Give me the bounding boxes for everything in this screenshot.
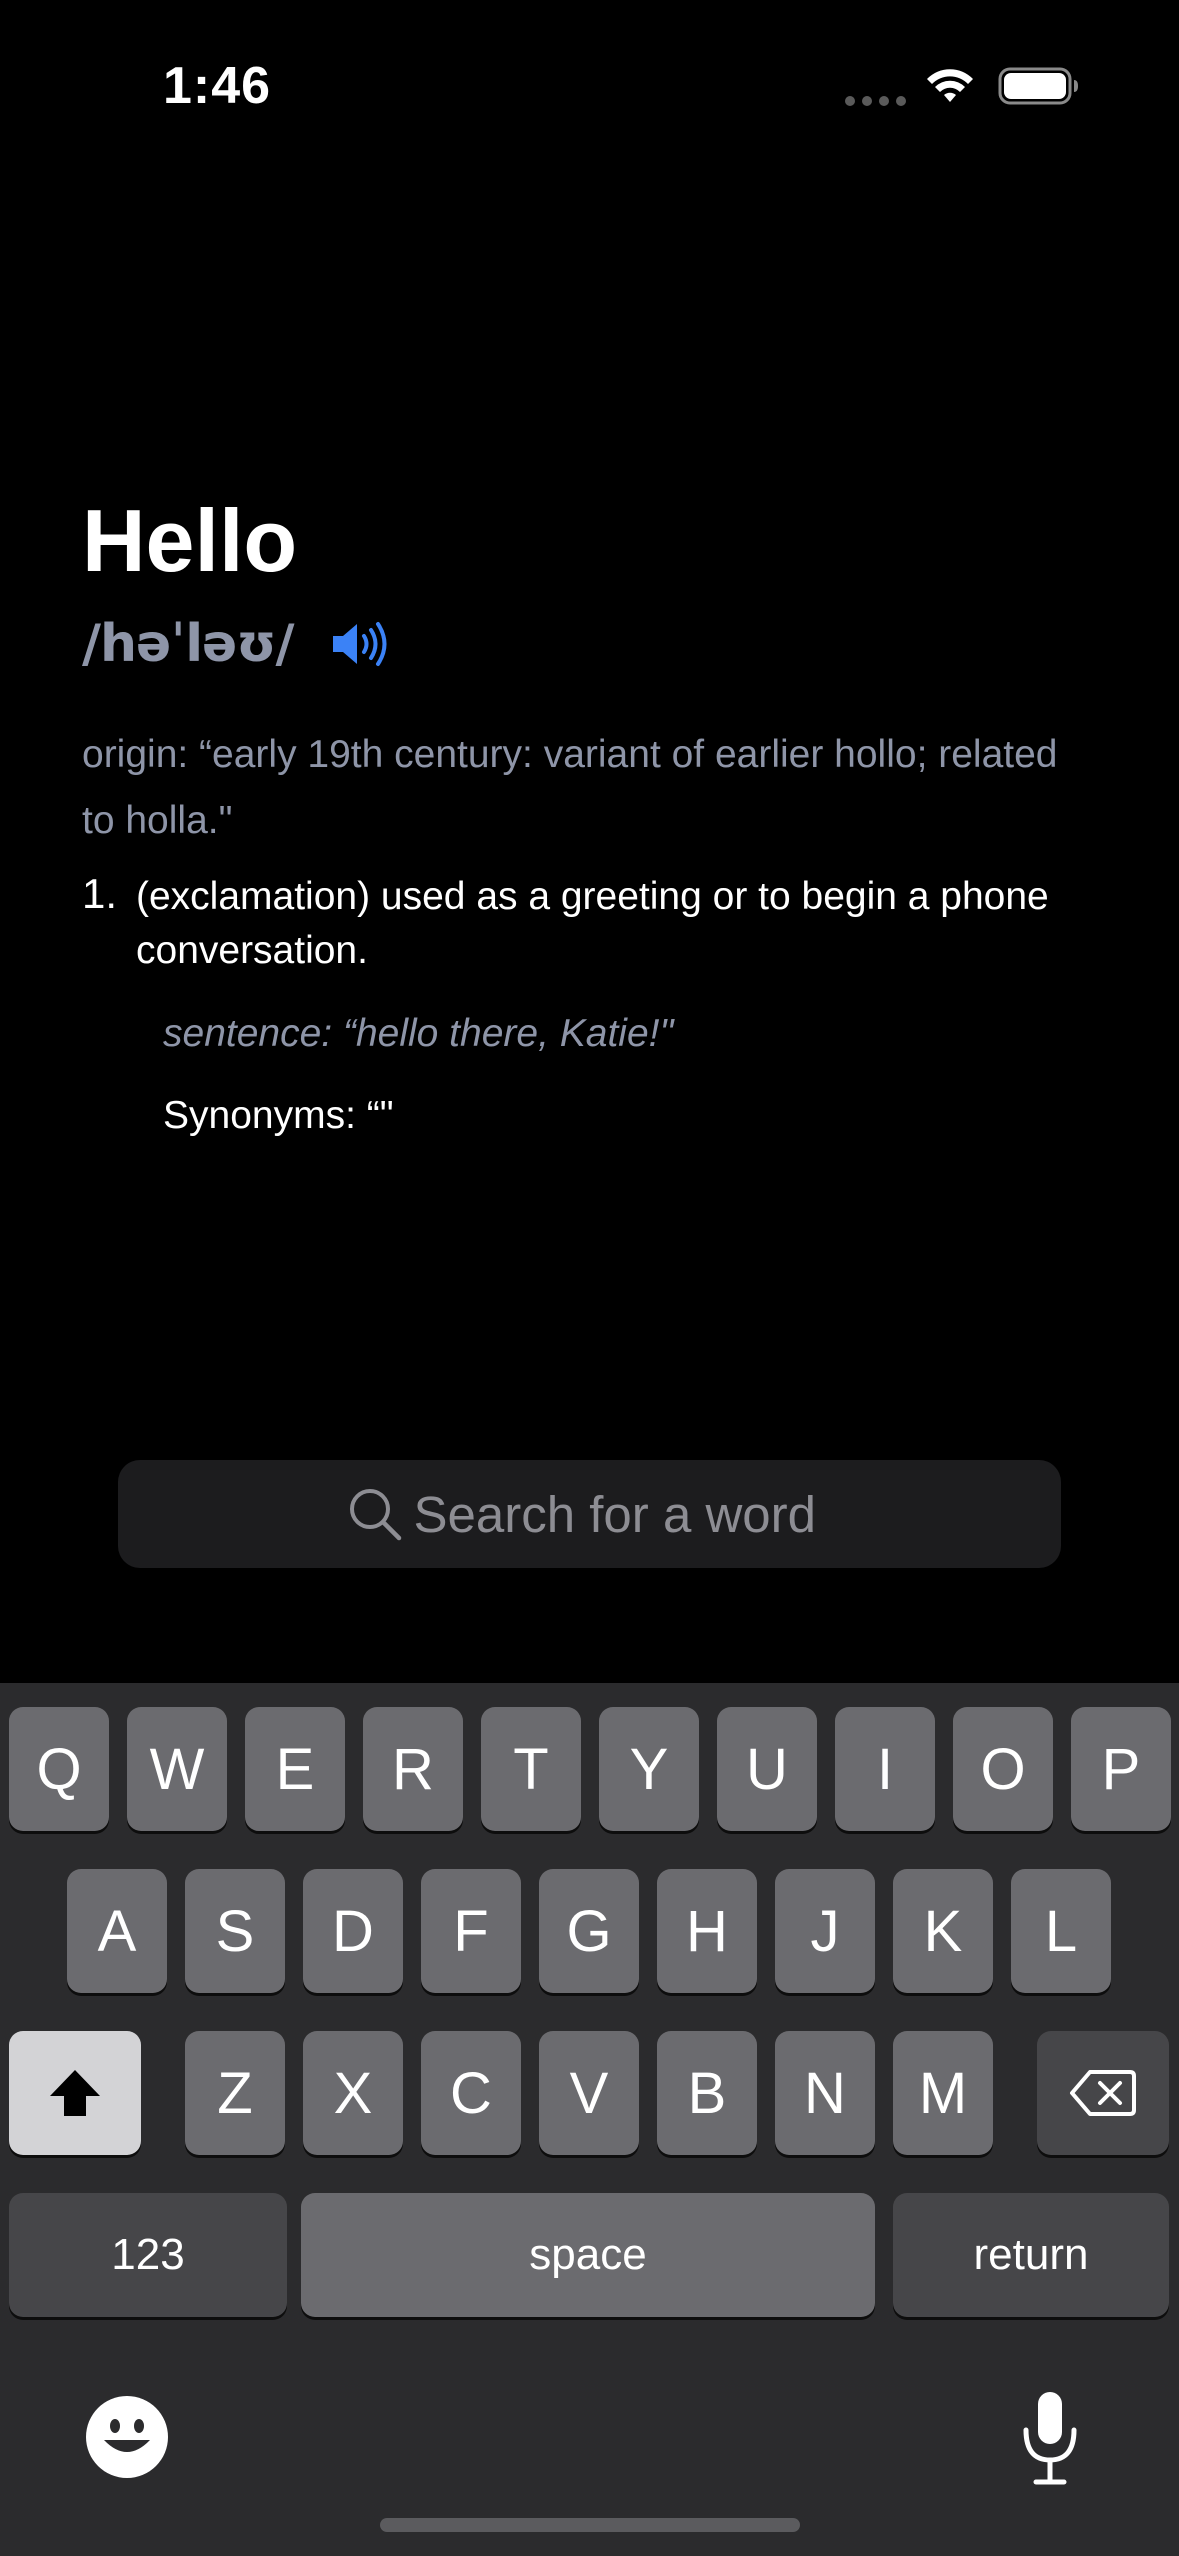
- key-k[interactable]: K: [893, 1869, 993, 1993]
- key-v[interactable]: V: [539, 2031, 639, 2155]
- key-w[interactable]: W: [127, 1707, 227, 1831]
- key-t[interactable]: T: [481, 1707, 581, 1831]
- key-s[interactable]: S: [185, 1869, 285, 1993]
- battery-icon: [998, 67, 1078, 105]
- status-time: 1:46: [163, 57, 272, 115]
- key-u[interactable]: U: [717, 1707, 817, 1831]
- key-h[interactable]: H: [657, 1869, 757, 1993]
- shift-key[interactable]: [9, 2031, 141, 2155]
- key-b[interactable]: B: [657, 2031, 757, 2155]
- key-l[interactable]: L: [1011, 1869, 1111, 1993]
- home-indicator: [380, 2518, 800, 2532]
- key-i[interactable]: I: [835, 1707, 935, 1831]
- key-z[interactable]: Z: [185, 2031, 285, 2155]
- definition-number: 1.: [82, 870, 118, 917]
- synonyms-text: Synonyms: “": [163, 1094, 394, 1137]
- key-p[interactable]: P: [1071, 1707, 1171, 1831]
- key-a[interactable]: A: [67, 1869, 167, 1993]
- search-input[interactable]: [413, 1484, 834, 1544]
- microphone-icon[interactable]: [1018, 2388, 1082, 2488]
- search-bar[interactable]: [118, 1460, 1061, 1568]
- key-y[interactable]: Y: [599, 1707, 699, 1831]
- delete-key[interactable]: [1037, 2031, 1169, 2155]
- phonetic-text: /həˈləʊ/: [82, 614, 294, 674]
- shift-icon: [50, 2070, 100, 2116]
- keyboard: Q W E R T Y U I O P A S D F G H J K L Z …: [0, 1683, 1179, 2556]
- key-o[interactable]: O: [953, 1707, 1053, 1831]
- key-g[interactable]: G: [539, 1869, 639, 1993]
- definition-text: (exclamation) used as a greeting or to b…: [136, 875, 1049, 972]
- speaker-icon[interactable]: [329, 619, 391, 669]
- signal-dots-icon: [845, 96, 907, 106]
- delete-icon: [1070, 2070, 1136, 2116]
- space-key[interactable]: space: [301, 2193, 875, 2317]
- wifi-icon: [927, 69, 973, 102]
- key-m[interactable]: M: [893, 2031, 993, 2155]
- key-j[interactable]: J: [775, 1869, 875, 1993]
- emoji-icon[interactable]: [84, 2394, 170, 2480]
- return-key[interactable]: return: [893, 2193, 1169, 2317]
- key-x[interactable]: X: [303, 2031, 403, 2155]
- key-f[interactable]: F: [421, 1869, 521, 1993]
- status-bar: 1:46: [0, 0, 1179, 180]
- key-q[interactable]: Q: [9, 1707, 109, 1831]
- word-title: Hello: [82, 491, 298, 590]
- key-c[interactable]: C: [421, 2031, 521, 2155]
- phonetic-row: /həˈləʊ/: [82, 612, 391, 676]
- key-n[interactable]: N: [775, 2031, 875, 2155]
- key-d[interactable]: D: [303, 1869, 403, 1993]
- example-sentence: sentence: “hello there, Katie!": [163, 1012, 674, 1055]
- key-e[interactable]: E: [245, 1707, 345, 1831]
- numbers-key[interactable]: 123: [9, 2193, 287, 2317]
- magnifying-glass-icon: [349, 1489, 401, 1541]
- key-r[interactable]: R: [363, 1707, 463, 1831]
- origin-text: origin: “early 19th century: variant of …: [82, 733, 1058, 842]
